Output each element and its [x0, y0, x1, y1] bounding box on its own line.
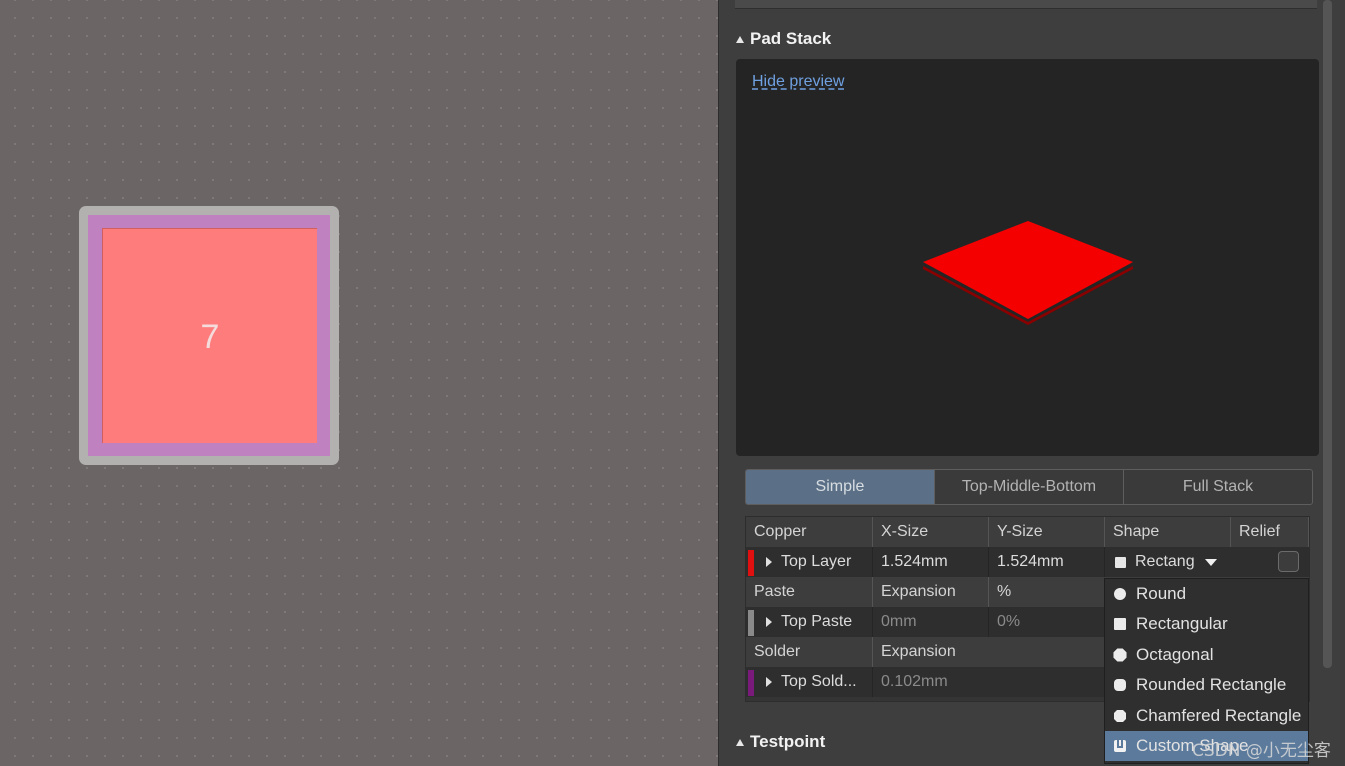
panel-scrollbar[interactable]	[1323, 0, 1332, 668]
shape-option-rounded-rectangle[interactable]: Rounded Rectangle	[1105, 670, 1308, 700]
collapse-triangle-icon	[736, 35, 744, 43]
option-label: Rounded Rectangle	[1136, 675, 1287, 694]
x-size-field[interactable]: 1.524mm	[873, 547, 989, 577]
pcb-canvas[interactable]: 7	[0, 0, 718, 766]
top-layer-cell[interactable]: Top Layer	[746, 547, 873, 577]
pad-preview-graphic	[923, 221, 1133, 325]
collapse-triangle-icon	[736, 738, 744, 746]
top-paste-cell[interactable]: Top Paste	[746, 607, 873, 637]
expand-arrow-icon[interactable]	[766, 677, 772, 687]
shape-column-header: Shape	[1105, 517, 1231, 547]
top-layer-row[interactable]: Top Layer 1.524mm 1.524mm Rectang	[746, 547, 1309, 577]
watermark: CSDN @小无尘客	[1192, 741, 1331, 761]
shape-select[interactable]: Rectang	[1105, 547, 1228, 577]
relief-checkbox[interactable]	[1278, 551, 1299, 572]
x-size-column-header: X-Size	[873, 517, 989, 547]
relief-column-header: Relief	[1231, 517, 1309, 547]
layer-name: Top Paste	[781, 613, 853, 630]
square-icon	[1115, 556, 1126, 568]
top-solder-cell[interactable]: Top Sold...	[746, 667, 873, 697]
paste-percent-header: %	[997, 583, 1012, 600]
expand-arrow-icon[interactable]	[766, 617, 772, 627]
expand-arrow-icon[interactable]	[766, 557, 772, 567]
rounded-rect-icon	[1114, 679, 1126, 691]
option-label: Octagonal	[1136, 645, 1214, 664]
tab-simple[interactable]: Simple	[746, 470, 935, 504]
testpoint-section-header[interactable]: Testpoint	[736, 732, 825, 752]
shape-option-octagonal[interactable]: Octagonal	[1105, 640, 1308, 670]
pad-stack-section-header[interactable]: Pad Stack	[736, 29, 831, 49]
circle-icon	[1114, 588, 1126, 600]
pad-stack-mode-selector: Simple Top-Middle-Bottom Full Stack	[745, 469, 1313, 505]
testpoint-title: Testpoint	[750, 732, 826, 751]
square-icon	[1114, 618, 1126, 630]
shape-option-rectangular[interactable]: Rectangular	[1105, 609, 1308, 639]
octagon-icon	[1111, 646, 1130, 665]
layer-name: Top Sold...	[781, 673, 857, 690]
option-label: Rectangular	[1136, 614, 1228, 633]
paste-expansion-field[interactable]: 0mm	[873, 607, 989, 637]
option-label: Round	[1136, 584, 1187, 603]
pad-3d-preview: Hide preview	[736, 59, 1319, 456]
pad-number: 7	[200, 317, 220, 356]
tab-top-middle-bottom[interactable]: Top-Middle-Bottom	[935, 470, 1124, 504]
y-size-field[interactable]: 1.524mm	[989, 547, 1105, 577]
preview-pad-top	[923, 221, 1133, 319]
shape-select-value: Rectang	[1135, 553, 1195, 570]
option-label: Chamfered Rectangle	[1136, 706, 1302, 725]
paste-column-header: Paste	[746, 577, 873, 607]
paste-expansion-header: Expansion	[873, 577, 989, 607]
previous-section-bar	[735, 0, 1317, 9]
custom-shape-icon	[1114, 740, 1126, 752]
chamfered-rect-icon	[1114, 710, 1126, 722]
shape-option-chamfered-rectangle[interactable]: Chamfered Rectangle	[1105, 701, 1308, 731]
tab-full-stack[interactable]: Full Stack	[1124, 470, 1312, 504]
solder-expansion-header: Expansion	[881, 643, 956, 660]
layer-name: Top Layer	[781, 553, 852, 570]
solder-column-header: Solder	[746, 637, 873, 667]
chevron-down-icon[interactable]	[1204, 558, 1217, 566]
shape-option-round[interactable]: Round	[1105, 579, 1308, 609]
solder-expansion-field[interactable]: 0.102mm	[873, 667, 989, 697]
copper-header-row: Copper X-Size Y-Size Shape Relief	[746, 517, 1309, 547]
pad-copper[interactable]: 7	[102, 228, 317, 443]
y-size-column-header: Y-Size	[989, 517, 1105, 547]
paste-percent-field[interactable]: 0%	[989, 607, 1105, 637]
copper-column-header: Copper	[746, 517, 873, 547]
pad-stack-title: Pad Stack	[750, 29, 832, 48]
